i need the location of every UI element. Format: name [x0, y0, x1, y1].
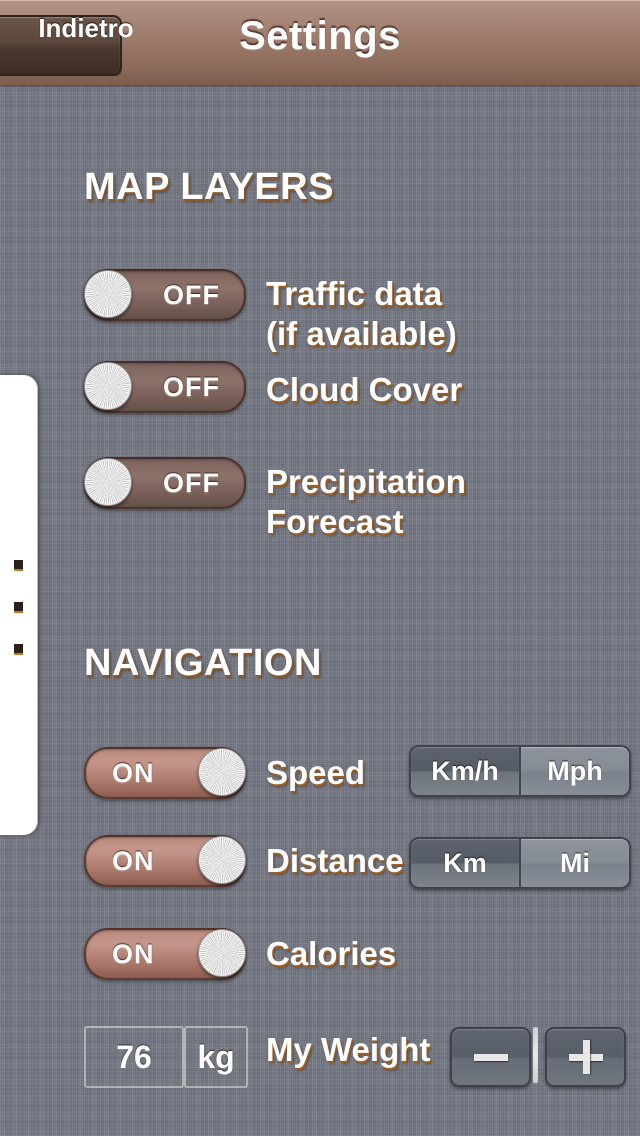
label-precipitation-forecast: Precipitation Forecast: [266, 462, 466, 542]
label-cloud-cover: Cloud Cover: [266, 371, 463, 408]
settings-screen: Indietro Settings MAP LAYERS OFF Traffic…: [0, 0, 640, 1136]
weight-decrement-button[interactable]: [450, 1027, 531, 1087]
section-header-navigation: NAVIGATION: [84, 642, 322, 684]
label-speed: Speed: [266, 754, 366, 791]
toggle-distance-state: ON: [112, 846, 155, 876]
weight-increment-button[interactable]: [545, 1027, 626, 1087]
toggle-knob-icon: [84, 270, 132, 318]
drawer-bullet-1: [14, 560, 23, 569]
toggle-cloud-cover[interactable]: OFF: [84, 361, 246, 413]
stepper-divider: [533, 1027, 538, 1083]
toggle-speed[interactable]: ON: [84, 747, 246, 799]
label-precip-line2: Forecast: [266, 503, 404, 540]
toggle-calories[interactable]: ON: [84, 928, 246, 980]
page-title: Settings: [239, 14, 401, 58]
segment-speed-mph[interactable]: Mph: [521, 745, 631, 797]
toggle-precipitation-forecast[interactable]: OFF: [84, 457, 246, 509]
label-traffic-line2: (if available): [266, 315, 457, 352]
plus-icon-vertical: [582, 1040, 590, 1074]
toggle-knob-icon: [84, 362, 132, 410]
minus-icon: [473, 1054, 508, 1061]
label-precip-line1: Precipitation: [266, 463, 466, 500]
weight-value-field[interactable]: 76: [84, 1026, 184, 1088]
segment-distance-mi[interactable]: Mi: [521, 837, 631, 889]
segmented-speed-unit[interactable]: Km/h Mph: [409, 745, 631, 797]
left-drawer-panel[interactable]: [0, 375, 38, 835]
label-my-weight: My Weight: [266, 1031, 431, 1068]
toggle-knob-icon: [198, 929, 246, 977]
toggle-calories-state: ON: [112, 939, 155, 969]
toggle-knob-icon: [198, 836, 246, 884]
toggle-traffic-state: OFF: [163, 280, 220, 310]
drawer-bullet-2: [14, 602, 23, 611]
label-distance: Distance: [266, 842, 404, 879]
segment-distance-km[interactable]: Km: [409, 837, 521, 889]
drawer-bullet-3: [14, 644, 23, 653]
toggle-distance[interactable]: ON: [84, 835, 246, 887]
segment-speed-kmh[interactable]: Km/h: [409, 745, 521, 797]
label-calories: Calories: [266, 935, 397, 972]
toggle-traffic-data[interactable]: OFF: [84, 269, 246, 321]
segmented-distance-unit[interactable]: Km Mi: [409, 837, 631, 889]
toggle-knob-icon: [84, 458, 132, 506]
label-traffic-line1: Traffic data: [266, 275, 443, 312]
label-traffic-data: Traffic data (if available): [266, 274, 457, 354]
toggle-speed-state: ON: [112, 758, 155, 788]
toggle-precip-state: OFF: [163, 468, 220, 498]
toggle-cloud-state: OFF: [163, 372, 220, 402]
section-header-map-layers: MAP LAYERS: [84, 166, 334, 208]
toggle-knob-icon: [198, 748, 246, 796]
navigation-bar: Indietro Settings: [0, 0, 640, 85]
weight-unit-field[interactable]: kg: [184, 1026, 248, 1088]
